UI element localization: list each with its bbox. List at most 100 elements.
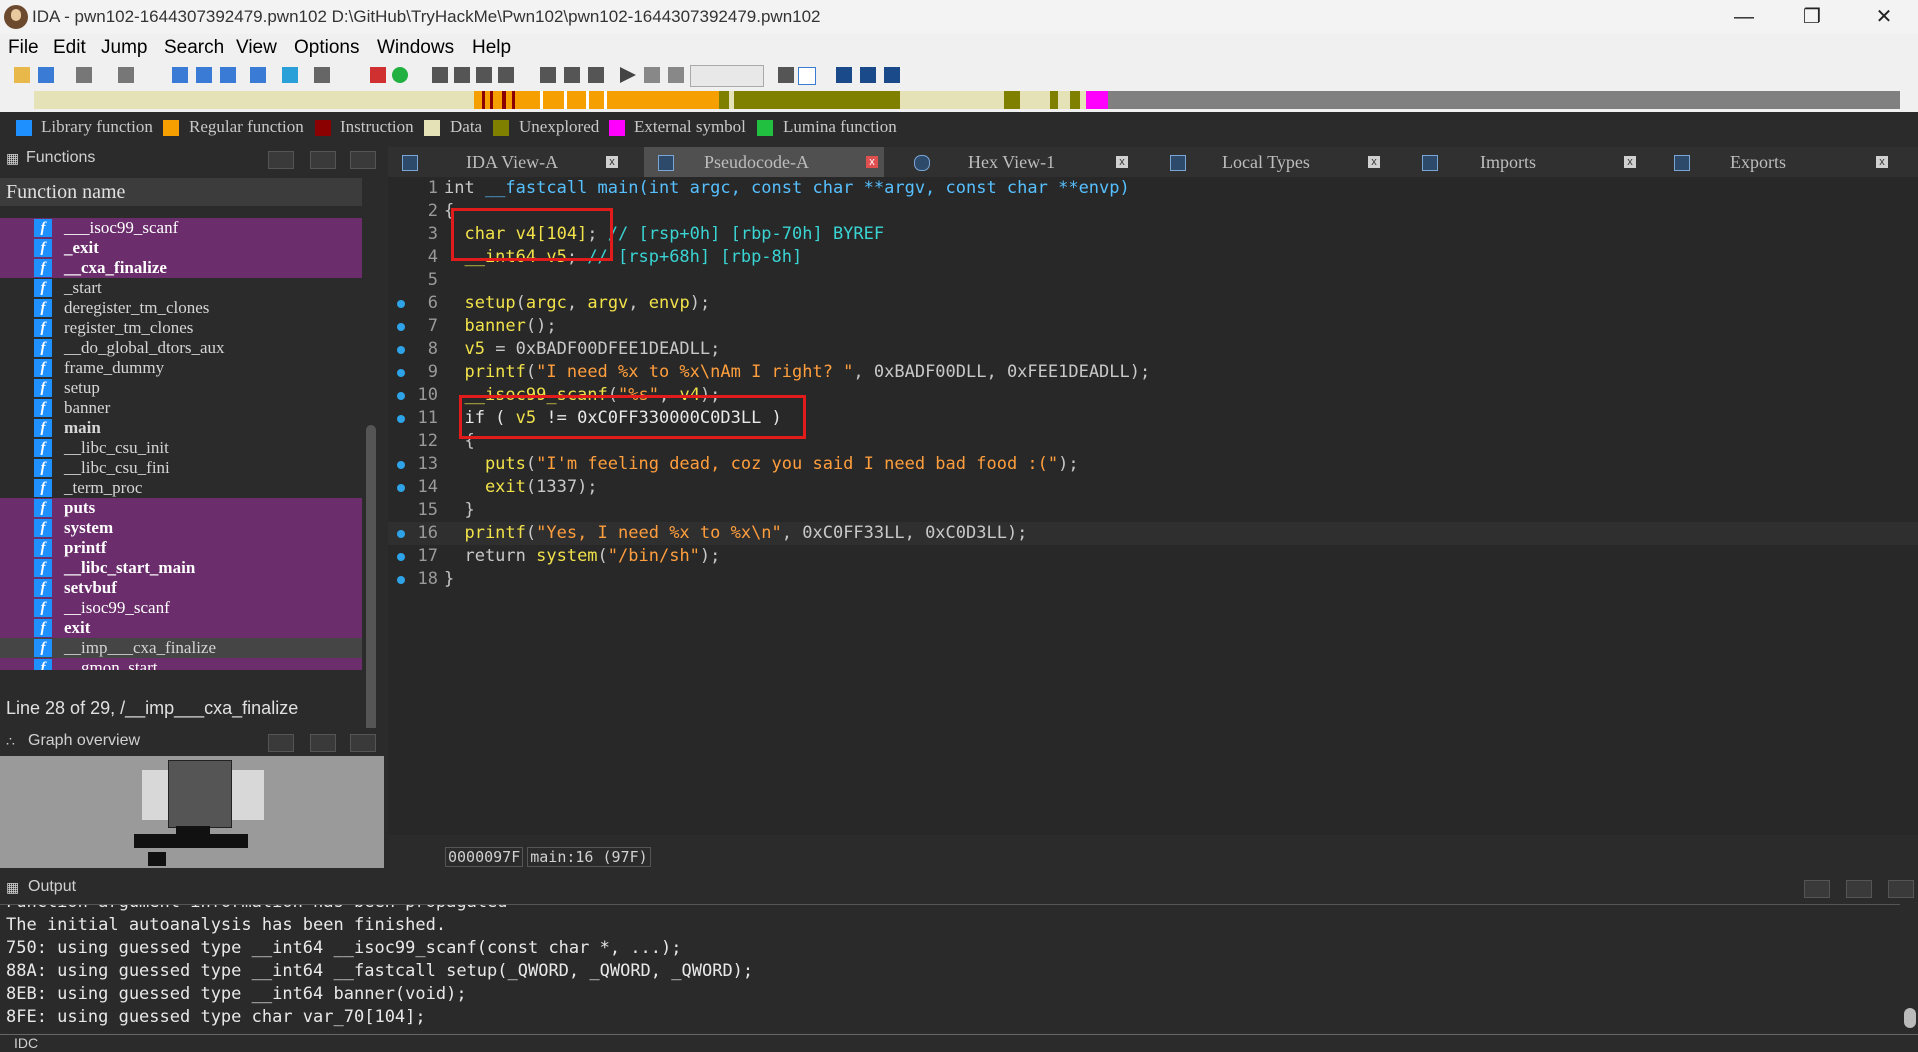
- panel-close-button[interactable]: [350, 151, 376, 169]
- function-list-item[interactable]: f __libc_start_main: [0, 558, 362, 578]
- tab-close-icon[interactable]: x: [866, 156, 878, 168]
- function-name-column-header[interactable]: Function name: [0, 178, 362, 206]
- function-list-item[interactable]: f __imp___cxa_finalize: [0, 638, 362, 658]
- pseudocode-view[interactable]: 18} 17 return system("/bin/sh"); 16 printf…: [388, 177, 1918, 835]
- function-list-item[interactable]: f __gmon_start__: [0, 658, 362, 670]
- function-list-item[interactable]: f main: [0, 418, 362, 438]
- function-list-item[interactable]: f _start: [0, 278, 362, 298]
- panel-float-button[interactable]: [268, 151, 294, 169]
- code-line[interactable]: 16 printf("Yes, I need %x to %x\n", 0xC0…: [388, 522, 1918, 545]
- output-scrollbar[interactable]: [1904, 1008, 1916, 1028]
- code-line[interactable]: 15 }: [388, 499, 1918, 522]
- maximize-button[interactable]: ❐: [1784, 0, 1840, 34]
- code-icon[interactable]: [172, 67, 188, 83]
- menu-help[interactable]: Help: [472, 37, 511, 59]
- code-line[interactable]: 7 banner();: [388, 315, 1918, 338]
- xref-icon[interactable]: [476, 67, 492, 83]
- function-list-item[interactable]: f printf: [0, 538, 362, 558]
- back-icon[interactable]: [76, 67, 92, 83]
- graph-viewport[interactable]: [168, 760, 232, 828]
- red-flag-icon[interactable]: [370, 67, 386, 83]
- function-list-item[interactable]: f puts: [0, 498, 362, 518]
- tab-ida-view-a[interactable]: IDA View-A x: [388, 147, 628, 177]
- panel-float-button[interactable]: [268, 734, 294, 752]
- function-list-item[interactable]: f __isoc99_scanf: [0, 598, 362, 618]
- tab-exports[interactable]: Exports x: [1660, 147, 1900, 177]
- c-source-icon[interactable]: [798, 67, 816, 85]
- function-list-item[interactable]: f banner: [0, 398, 362, 418]
- function-list-item[interactable]: f __libc_csu_init: [0, 438, 362, 458]
- menu-search[interactable]: Search: [164, 37, 224, 59]
- flow-icon[interactable]: [454, 67, 470, 83]
- function-list-item[interactable]: f __cxa_finalize: [0, 258, 362, 278]
- decompile-icon[interactable]: [778, 67, 794, 83]
- graph-icon[interactable]: [432, 67, 448, 83]
- tab-local-types[interactable]: Local Types x: [1156, 147, 1396, 177]
- outdent-icon[interactable]: [884, 67, 900, 83]
- menu-jump[interactable]: Jump: [101, 37, 147, 59]
- patch-icon[interactable]: [588, 67, 604, 83]
- panel-float-button[interactable]: [1804, 880, 1830, 898]
- code-line[interactable]: 14 exit(1337);: [388, 476, 1918, 499]
- menu-options[interactable]: Options: [294, 37, 359, 59]
- forward-icon[interactable]: [118, 67, 134, 83]
- navigation-band[interactable]: [0, 88, 1918, 112]
- code-line[interactable]: 17 return system("/bin/sh");: [388, 545, 1918, 568]
- open-icon[interactable]: [14, 67, 30, 83]
- name-icon[interactable]: [250, 67, 266, 83]
- call-icon[interactable]: [498, 67, 514, 83]
- code-line[interactable]: 5: [388, 269, 1918, 292]
- struct-icon[interactable]: [540, 67, 556, 83]
- code-line[interactable]: 2{: [388, 200, 1918, 223]
- menu-view[interactable]: View: [236, 37, 277, 59]
- tab-close-icon[interactable]: x: [1116, 156, 1128, 168]
- function-list-item[interactable]: f __do_global_dtors_aux: [0, 338, 362, 358]
- debugger-select[interactable]: [690, 65, 764, 87]
- navigation-strip[interactable]: [34, 91, 1900, 109]
- pause-icon[interactable]: [644, 67, 660, 83]
- function-list-item[interactable]: f ___isoc99_scanf: [0, 218, 362, 238]
- string-icon[interactable]: [314, 67, 330, 83]
- play-icon[interactable]: [620, 67, 636, 83]
- code-line[interactable]: 8 v5 = 0xBADF00DFEE1DEADLL;: [388, 338, 1918, 361]
- panel-restore-button[interactable]: [310, 151, 336, 169]
- stop-icon[interactable]: [668, 67, 684, 83]
- code-line[interactable]: 13 puts("I'm feeling dead, coz you said …: [388, 453, 1918, 476]
- save-icon[interactable]: [38, 67, 54, 83]
- panel-close-button[interactable]: [1888, 880, 1914, 898]
- function-list-item[interactable]: f system: [0, 518, 362, 538]
- function-list-item[interactable]: f register_tm_clones: [0, 318, 362, 338]
- tab-imports[interactable]: Imports x: [1408, 147, 1648, 177]
- code-line[interactable]: 9 printf("I need %x to %x\nAm I right? "…: [388, 361, 1918, 384]
- tab-close-icon[interactable]: x: [1368, 156, 1380, 168]
- code-line[interactable]: 6 setup(argc, argv, envp);: [388, 292, 1918, 315]
- function-list-item[interactable]: f __libc_csu_fini: [0, 458, 362, 478]
- menu-file[interactable]: File: [8, 37, 39, 59]
- tab-close-icon[interactable]: x: [606, 156, 618, 168]
- menu-edit[interactable]: Edit: [53, 37, 86, 59]
- panel-restore-button[interactable]: [1846, 880, 1872, 898]
- function-list-item[interactable]: f frame_dummy: [0, 358, 362, 378]
- green-circle-icon[interactable]: [392, 67, 408, 83]
- menu-windows[interactable]: Windows: [377, 37, 454, 59]
- function-list-item[interactable]: f _exit: [0, 238, 362, 258]
- minimize-button[interactable]: —: [1716, 0, 1772, 34]
- panel-restore-button[interactable]: [310, 734, 336, 752]
- tab-close-icon[interactable]: x: [1624, 156, 1636, 168]
- code-line[interactable]: 1 int __fastcall main(int argc, const cha…: [388, 177, 1918, 200]
- function-list-item[interactable]: f _term_proc: [0, 478, 362, 498]
- graph-overview[interactable]: [0, 756, 384, 868]
- tab-pseudocode-a[interactable]: Pseudocode-A x: [644, 147, 884, 177]
- undefine-icon[interactable]: [220, 67, 236, 83]
- code-line[interactable]: 18}: [388, 568, 1918, 591]
- tab-hex-view-1[interactable]: Hex View-1 x: [900, 147, 1140, 177]
- list-icon[interactable]: [836, 67, 852, 83]
- data-icon[interactable]: [196, 67, 212, 83]
- panel-close-button[interactable]: [350, 734, 376, 752]
- function-list-item[interactable]: f setup: [0, 378, 362, 398]
- indent-icon[interactable]: [860, 67, 876, 83]
- function-list-item[interactable]: f setvbuf: [0, 578, 362, 598]
- tab-close-icon[interactable]: x: [1876, 156, 1888, 168]
- code-line[interactable]: 4 __int64 v5; // [rsp+68h] [rbp-8h]: [388, 246, 1918, 269]
- down-arrow-icon[interactable]: [282, 67, 298, 83]
